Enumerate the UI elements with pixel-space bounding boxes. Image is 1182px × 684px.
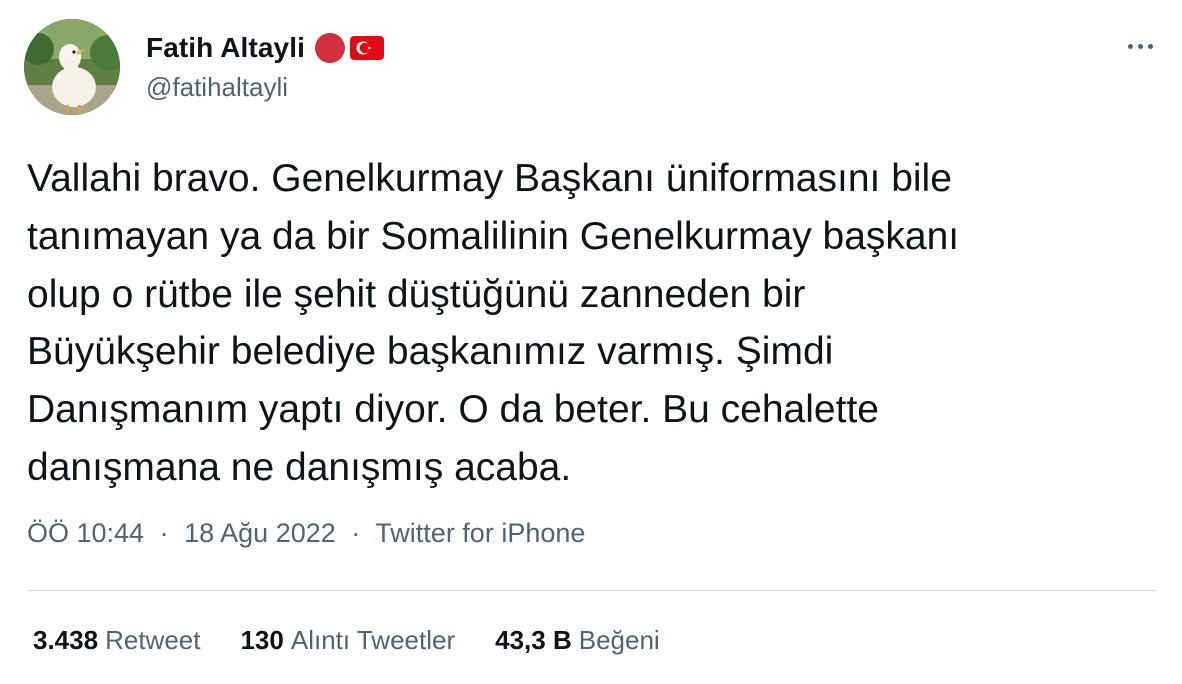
retweets-count: 3.438 (33, 625, 99, 655)
more-options-button[interactable] (1118, 30, 1162, 62)
likes-stat[interactable]: 43,3 B Beğeni (495, 625, 660, 656)
divider (27, 590, 1157, 591)
tweet-meta: ÖÖ 10:44 · 18 Ağu 2022 · Twitter for iPh… (27, 518, 585, 549)
author-avatar[interactable] (24, 19, 120, 115)
tweet-date[interactable]: 18 Ağu 2022 (184, 518, 336, 548)
tweet-text: Vallahi bravo. Genelkurmay Başkanı ünifo… (27, 150, 1127, 497)
tweet-time[interactable]: ÖÖ 10:44 (27, 518, 144, 548)
quote-tweets-count: 130 (240, 625, 284, 655)
meta-separator: · (159, 518, 169, 548)
likes-count: 43,3 B (495, 625, 572, 655)
turkey-flag-icon (349, 36, 384, 60)
tweet-card: Fatih Altayli @fatihaltayli Vallahi brav… (0, 0, 1182, 684)
more-horizontal-icon-dot (1127, 43, 1133, 49)
quote-tweets-label: Alıntı Tweetler (290, 625, 456, 655)
tweet-source-link[interactable]: Twitter for iPhone (375, 518, 585, 548)
quote-tweets-stat[interactable]: 130 Alıntı Tweetler (240, 625, 455, 656)
tweet-text-line: danışmana ne danışmış acaba. (27, 445, 572, 489)
meta-separator: · (351, 518, 361, 548)
more-horizontal-icon-dot (1137, 43, 1143, 49)
retweets-stat[interactable]: 3.438 Retweet (33, 625, 200, 656)
tweet-stats: 3.438 Retweet 130 Alıntı Tweetler 43,3 B… (33, 625, 700, 656)
tweet-text-line: Danışmanım yaptı diyor. O da beter. Bu c… (27, 388, 879, 432)
tweet-text-line: olup o rütbe ile şehit düştüğünü zannede… (27, 272, 806, 316)
more-horizontal-icon-dot (1147, 43, 1153, 49)
likes-label: Beğeni (578, 625, 660, 655)
duck-avatar-icon (24, 19, 120, 115)
retweets-label: Retweet (105, 625, 201, 655)
author-display-name[interactable]: Fatih Altayli (146, 32, 305, 64)
tweet-text-line: Büyükşehir belediye başkanımız varmış. Ş… (27, 330, 834, 374)
author-handle[interactable]: @fatihaltayli (146, 72, 288, 103)
tweet-text-line: Vallahi bravo. Genelkurmay Başkanı ünifo… (27, 157, 952, 200)
author-name-row: Fatih Altayli (146, 30, 384, 66)
red-circle-badge-icon (314, 33, 345, 63)
tweet-text-line: tanımayan ya da bir Somalilinin Genelkur… (27, 214, 960, 258)
